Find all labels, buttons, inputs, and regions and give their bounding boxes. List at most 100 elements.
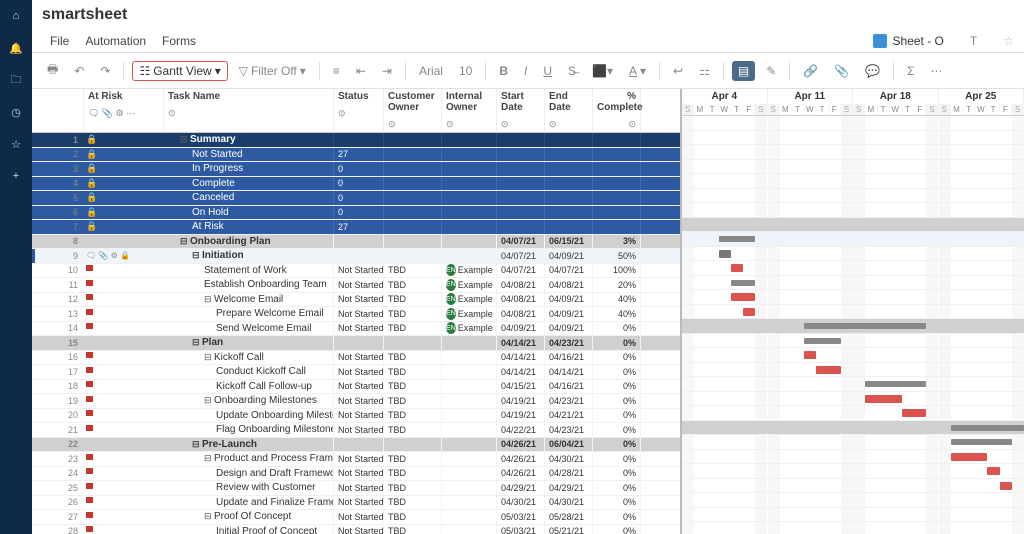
expand-icon[interactable]: ⊟ <box>180 134 190 145</box>
flag-icon[interactable] <box>86 280 94 290</box>
grid-row[interactable]: 22⊟Pre-Launch04/26/2106/04/210% <box>32 438 680 453</box>
cell-pc[interactable] <box>593 206 641 220</box>
cell-co[interactable]: TBD <box>384 293 442 307</box>
cell-status[interactable]: Not Started <box>334 264 384 278</box>
cell-sd[interactable]: 04/08/21 <box>497 307 545 321</box>
formula-icon[interactable]: Σ <box>902 61 919 81</box>
cell-pc[interactable]: 0% <box>593 423 641 437</box>
gantt-bar[interactable] <box>731 264 743 272</box>
cell-task[interactable]: ⊟Kickoff Call <box>164 351 334 365</box>
cell-sd[interactable]: 04/07/21 <box>497 235 545 249</box>
cell-pc[interactable]: 0% <box>593 394 641 408</box>
grid-row[interactable]: 1🔒⊟Summary <box>32 133 680 148</box>
cell-status[interactable]: 0 <box>334 206 384 220</box>
atrisk-cell[interactable]: 🔒 <box>84 134 164 145</box>
cell-task[interactable]: Review with Customer <box>164 481 334 495</box>
cell-task[interactable]: ⊟Plan <box>164 336 334 350</box>
grid-row[interactable]: 12⊟Welcome EmailNot StartedTBDENExample … <box>32 293 680 308</box>
cell-task[interactable]: ⊟Initiation <box>164 249 334 263</box>
grid-row[interactable]: 7🔒At Risk27 <box>32 220 680 235</box>
flag-icon[interactable] <box>86 309 94 319</box>
cell-task[interactable]: Prepare Welcome Email <box>164 307 334 321</box>
cell-io[interactable]: ENExample Nar <box>442 264 497 278</box>
gantt-row[interactable] <box>682 247 1024 262</box>
cell-ed[interactable]: 04/30/21 <box>545 452 593 466</box>
cell-status[interactable]: 0 <box>334 177 384 191</box>
atrisk-cell[interactable] <box>84 468 164 478</box>
cell-sd[interactable] <box>497 133 545 147</box>
cell-task[interactable]: Canceled <box>164 191 334 205</box>
cell-sd[interactable] <box>497 162 545 176</box>
gantt-row[interactable] <box>682 479 1024 494</box>
grid-row[interactable]: 5🔒Canceled0 <box>32 191 680 206</box>
folder-icon[interactable]: 🗀 <box>8 72 24 88</box>
expand-icon[interactable]: ⊟ <box>204 453 214 464</box>
cell-io[interactable] <box>442 438 497 452</box>
expand-icon[interactable]: ⊟ <box>192 337 202 348</box>
cell-ed[interactable]: 04/16/21 <box>545 351 593 365</box>
atrisk-cell[interactable]: 🔒 <box>84 163 164 174</box>
cell-status[interactable]: Not Started <box>334 394 384 408</box>
gantt-row[interactable] <box>682 435 1024 450</box>
cell-task[interactable]: ⊟Onboarding Plan <box>164 235 334 249</box>
cell-status[interactable]: 0 <box>334 191 384 205</box>
cell-pc[interactable]: 0% <box>593 452 641 466</box>
cell-ed[interactable]: 04/28/21 <box>545 467 593 481</box>
star-toggle-icon[interactable]: ☆ <box>1003 34 1014 48</box>
gantt-row[interactable] <box>682 261 1024 276</box>
cell-task[interactable]: Update Onboarding Milestones <box>164 409 334 423</box>
grid-row[interactable]: 17Conduct Kickoff CallNot StartedTBD04/1… <box>32 365 680 380</box>
cell-status[interactable]: Not Started <box>334 380 384 394</box>
col-task[interactable]: Task Name <box>168 91 329 102</box>
gantt-bar[interactable] <box>731 280 755 286</box>
cell-pc[interactable]: 0% <box>593 496 641 510</box>
flag-icon[interactable] <box>86 410 94 420</box>
cell-io[interactable]: ENExample Nar <box>442 278 497 292</box>
cell-sd[interactable]: 04/08/21 <box>497 293 545 307</box>
outdent-icon[interactable]: ⇤ <box>351 61 371 81</box>
cell-co[interactable]: TBD <box>384 467 442 481</box>
grid-row[interactable]: 8⊟Onboarding Plan04/07/2106/15/213% <box>32 235 680 250</box>
bold-icon[interactable]: B <box>494 61 513 81</box>
gantt-bar[interactable] <box>816 366 840 374</box>
col-internal-owner[interactable]: Internal Owner <box>446 91 492 113</box>
col-end-date[interactable]: End Date <box>549 91 588 113</box>
cell-io[interactable]: ENExample Nar <box>442 307 497 321</box>
cell-status[interactable]: Not Started <box>334 322 384 336</box>
cell-status[interactable]: Not Started <box>334 481 384 495</box>
cell-ed[interactable] <box>545 191 593 205</box>
grid-row[interactable]: 21Flag Onboarding MilestonesNot StartedT… <box>32 423 680 438</box>
cell-io[interactable] <box>442 452 497 466</box>
grid-row[interactable]: 26Update and Finalize FrameworkNot Start… <box>32 496 680 511</box>
flag-icon[interactable] <box>86 323 94 333</box>
atrisk-cell[interactable] <box>84 425 164 435</box>
gantt-bar[interactable] <box>719 250 731 258</box>
cell-ed[interactable]: 05/28/21 <box>545 510 593 524</box>
cell-io[interactable] <box>442 351 497 365</box>
cell-co[interactable] <box>384 133 442 147</box>
cell-pc[interactable] <box>593 177 641 191</box>
gantt-bar[interactable] <box>865 381 926 387</box>
plus-icon[interactable]: + <box>8 168 24 184</box>
cell-pc[interactable]: 20% <box>593 278 641 292</box>
flag-icon[interactable] <box>86 396 94 406</box>
gantt-row[interactable] <box>682 334 1024 349</box>
cell-task[interactable]: In Progress <box>164 162 334 176</box>
cell-status[interactable]: Not Started <box>334 467 384 481</box>
cell-co[interactable] <box>384 191 442 205</box>
cell-task[interactable]: ⊟Proof Of Concept <box>164 510 334 524</box>
atrisk-cell[interactable]: 🔒 <box>84 178 164 189</box>
grid-row[interactable]: 19⊟Onboarding MilestonesNot StartedTBD04… <box>32 394 680 409</box>
comment-icon[interactable]: 💬 <box>860 61 885 81</box>
home-icon[interactable]: ⌂ <box>8 8 24 24</box>
cell-io[interactable] <box>442 394 497 408</box>
cell-co[interactable] <box>384 177 442 191</box>
cell-co[interactable]: TBD <box>384 380 442 394</box>
cell-pc[interactable]: 0% <box>593 322 641 336</box>
cell-co[interactable] <box>384 206 442 220</box>
cell-sd[interactable]: 04/19/21 <box>497 394 545 408</box>
cell-status[interactable]: Not Started <box>334 510 384 524</box>
cell-co[interactable]: TBD <box>384 264 442 278</box>
cell-ed[interactable]: 04/08/21 <box>545 278 593 292</box>
cell-ed[interactable]: 04/16/21 <box>545 380 593 394</box>
